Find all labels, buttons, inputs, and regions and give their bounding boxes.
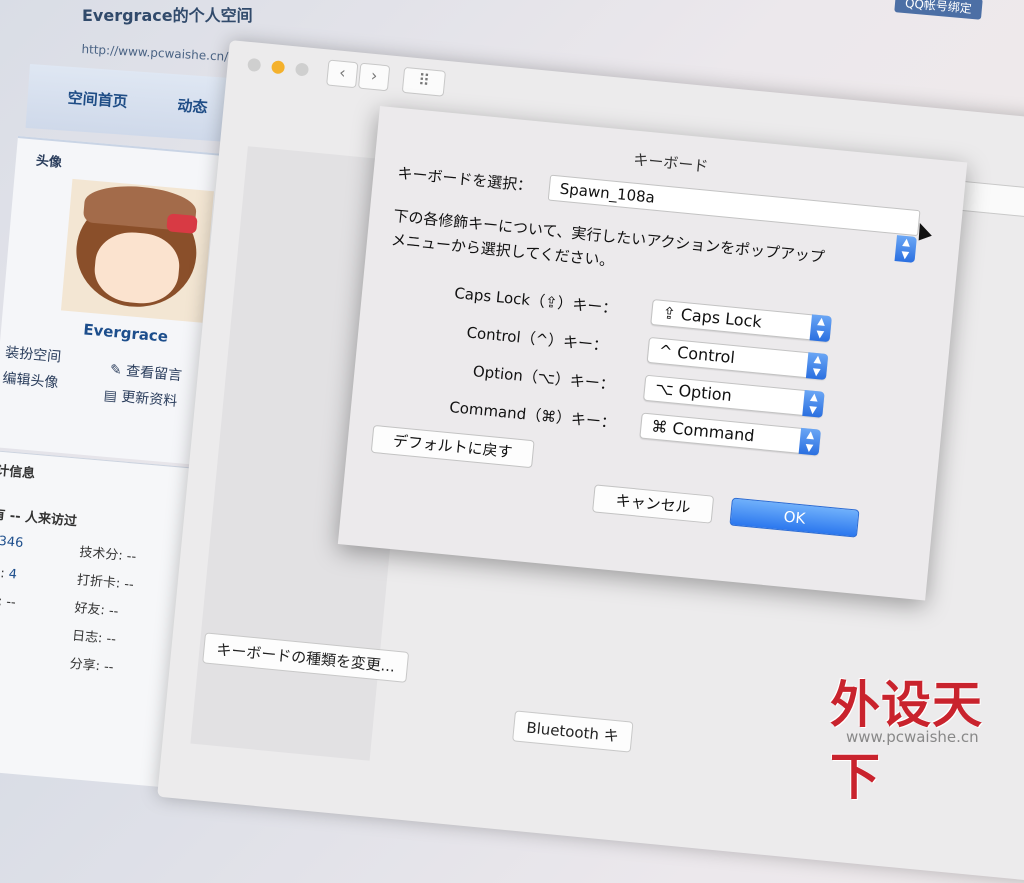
- stats-heading: 计信息: [0, 463, 36, 482]
- option-popup[interactable]: ⌥ Option ▲ ▼: [642, 374, 825, 418]
- restore-defaults-button[interactable]: デフォルトに戻す: [370, 424, 535, 469]
- zoom-window-button[interactable]: [294, 62, 310, 77]
- page-title: Evergrace的个人空间: [82, 6, 253, 25]
- edit-avatar-link[interactable]: ▣ 编辑头像: [0, 366, 59, 392]
- watermark-url: www.pcwaishe.cn: [846, 728, 979, 746]
- stats-subheading: 有 -- 人来访过: [0, 507, 78, 530]
- nav-item-home[interactable]: 空间首页: [67, 87, 128, 112]
- chevron-updown-icon: ▲ ▼: [798, 427, 821, 456]
- stat-share: 分享: --: [68, 656, 115, 676]
- qq-bind-button[interactable]: QQ帐号绑定: [894, 0, 983, 20]
- avatar: [60, 178, 214, 323]
- chevron-updown-icon: ▲ ▼: [894, 235, 917, 263]
- stat-value-a: 值: 4: [0, 565, 18, 583]
- card-icon: ▤: [103, 387, 123, 405]
- cancel-button[interactable]: キャンセル: [592, 484, 715, 524]
- pencil-icon: ✎: [109, 361, 127, 380]
- ok-button[interactable]: OK: [729, 497, 860, 538]
- stat-tech: 技术分: --: [78, 545, 137, 565]
- forward-button[interactable]: ›: [357, 62, 391, 92]
- view-messages-link[interactable]: ✎ 查看留言: [109, 359, 183, 385]
- command-popup[interactable]: ⌘ Command ▲ ▼: [639, 412, 821, 456]
- close-window-button[interactable]: [247, 57, 262, 73]
- control-popup[interactable]: ^ Control ▲ ▼: [646, 336, 829, 380]
- select-keyboard-label: キーボードを選択：: [396, 164, 533, 195]
- decorate-space-link[interactable]: ✎ 装扮空间: [0, 340, 62, 366]
- back-button[interactable]: ‹: [326, 59, 359, 89]
- grid-icon: ⠿: [417, 70, 431, 91]
- stat-value-b: 值: --: [0, 592, 17, 611]
- chevron-left-icon: ‹: [338, 62, 347, 83]
- minimize-window-button[interactable]: [271, 60, 286, 75]
- chevron-right-icon: ›: [370, 65, 379, 86]
- stat-friends: 好友: --: [73, 600, 119, 620]
- chevron-updown-icon: ▲ ▼: [805, 352, 829, 380]
- chevron-updown-icon: ▲ ▼: [809, 314, 832, 343]
- update-profile-link[interactable]: ▤ 更新资料: [103, 384, 178, 410]
- caps-lock-label: Caps Lock（⇪）キー：: [453, 284, 619, 318]
- command-label: Command（⌘）キー：: [448, 398, 617, 433]
- avatar-heading: 头像: [35, 153, 63, 171]
- show-all-button[interactable]: ⠿: [401, 66, 447, 97]
- stat-visits: : 346: [0, 533, 24, 552]
- mouse-cursor-icon: [913, 220, 932, 241]
- control-label: Control（^）キー：: [465, 323, 609, 355]
- stat-blog: 日志: --: [71, 628, 117, 648]
- chevron-updown-icon: ▲ ▼: [802, 390, 825, 418]
- stat-discount: 打折卡: --: [76, 572, 135, 593]
- nav-item-feed[interactable]: 动态: [177, 94, 208, 117]
- username[interactable]: Evergrace: [83, 320, 169, 345]
- bluetooth-keyboard-button[interactable]: Bluetooth キ: [512, 710, 634, 753]
- modifier-keys-sheet: キーボード キーボードを選択： Spawn_108a ▲ ▼ 下の各修飾キーについ…: [337, 106, 968, 601]
- caps-lock-popup[interactable]: ⇪ Caps Lock ▲ ▼: [650, 299, 832, 343]
- option-label: Option（⌥）キー：: [472, 362, 616, 394]
